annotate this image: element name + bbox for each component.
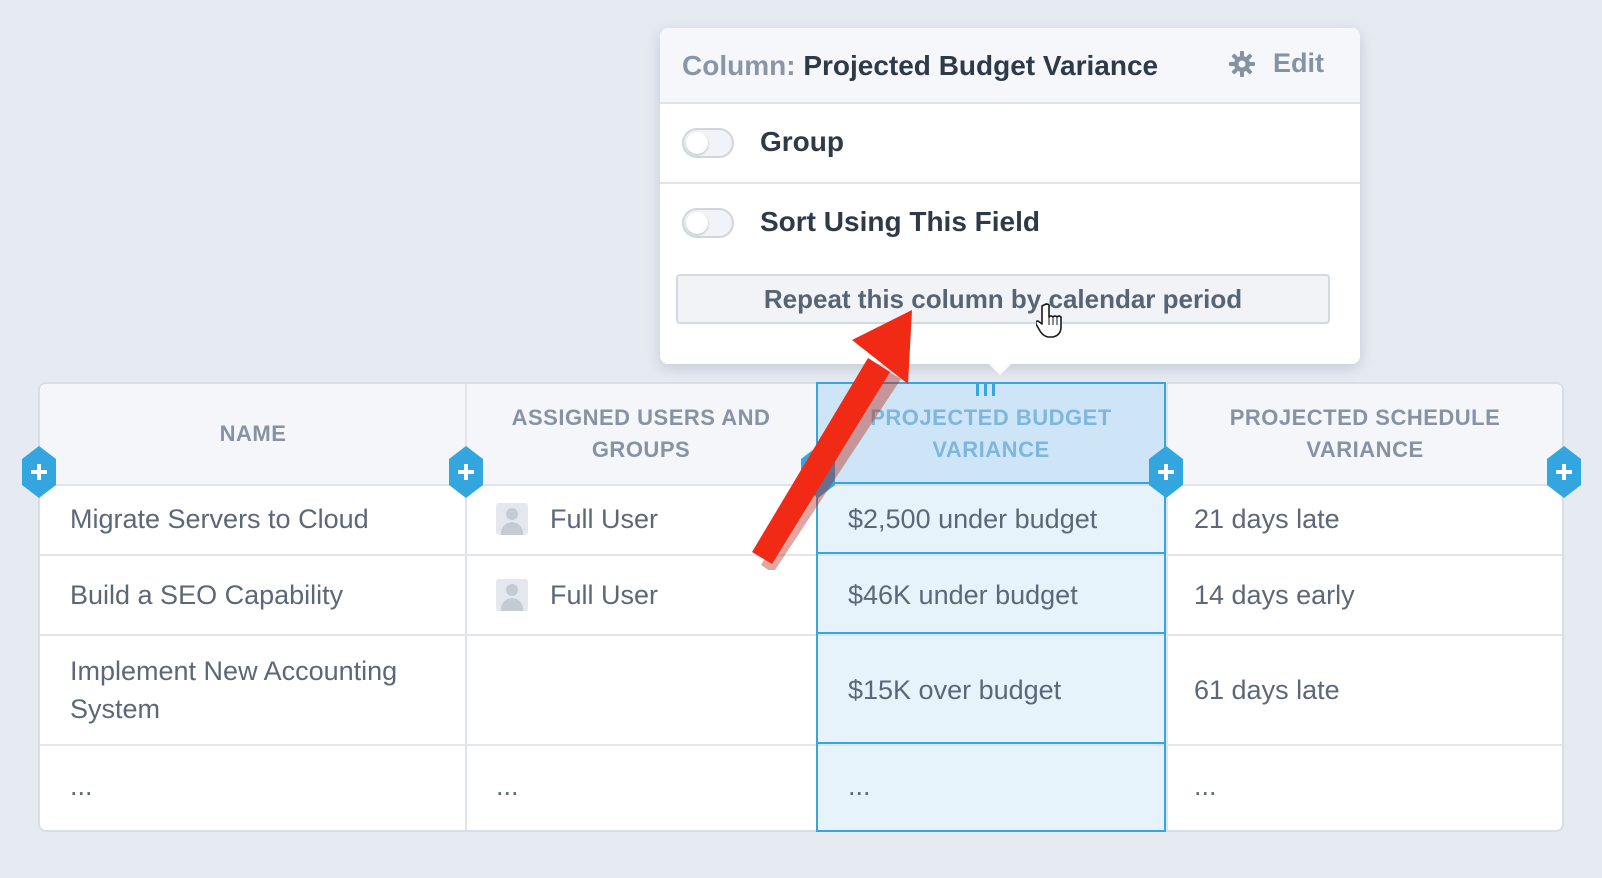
row-1-schedule[interactable]: 21 days late (1194, 484, 1340, 554)
option-row-sort: Sort Using This Field (660, 184, 1360, 262)
row-4-user[interactable]: ... (496, 746, 519, 826)
add-column-button[interactable] (449, 446, 483, 498)
edit-button[interactable]: Edit (1229, 48, 1324, 79)
row-4-schedule[interactable]: ... (1194, 746, 1217, 826)
option-row-group: Group (660, 104, 1360, 184)
row-2-schedule[interactable]: 14 days early (1194, 556, 1355, 634)
row-4-budget[interactable]: ... (848, 746, 871, 826)
popover-caret (988, 363, 1012, 375)
title-prefix: Column: (682, 50, 796, 81)
user-label: Full User (550, 504, 659, 534)
column-header-name[interactable]: NAME (40, 384, 466, 484)
avatar (496, 579, 528, 611)
row-4-name[interactable]: ... (70, 746, 93, 826)
row-3-name[interactable]: Implement New Accounting System (70, 636, 430, 744)
row-2-name[interactable]: Build a SEO Capability (70, 556, 343, 634)
sort-toggle[interactable] (682, 208, 734, 238)
add-column-button[interactable] (22, 446, 56, 498)
gear-icon (1229, 50, 1255, 77)
column-header-schedule-variance[interactable]: PROJECTED SCHEDULE VARIANCE (1166, 384, 1564, 484)
row-3-budget[interactable]: $15K over budget (848, 636, 1061, 744)
row-1-user[interactable]: Full User (496, 484, 658, 554)
popover-header: Column: Projected Budget Variance Edit (660, 28, 1360, 104)
row-1-name[interactable]: Migrate Servers to Cloud (70, 484, 369, 554)
column-name: Projected Budget Variance (803, 50, 1159, 81)
row-divider (40, 744, 1562, 746)
column-drag-handle[interactable] (976, 382, 995, 396)
add-column-button[interactable] (1149, 446, 1183, 498)
user-label: Full User (550, 580, 659, 610)
group-toggle[interactable] (682, 128, 734, 158)
group-label: Group (760, 126, 844, 157)
row-1-budget[interactable]: $2,500 under budget (848, 484, 1097, 554)
sort-label: Sort Using This Field (760, 206, 1041, 237)
hand-cursor-icon (1036, 303, 1062, 338)
add-column-button[interactable] (1547, 446, 1581, 498)
row-3-schedule[interactable]: 61 days late (1194, 636, 1340, 744)
row-2-user[interactable]: Full User (496, 556, 658, 634)
edit-label: Edit (1273, 48, 1324, 78)
popover-title: Column: Projected Budget Variance (682, 50, 1158, 82)
avatar (496, 503, 528, 535)
row-2-budget[interactable]: $46K under budget (848, 556, 1078, 634)
